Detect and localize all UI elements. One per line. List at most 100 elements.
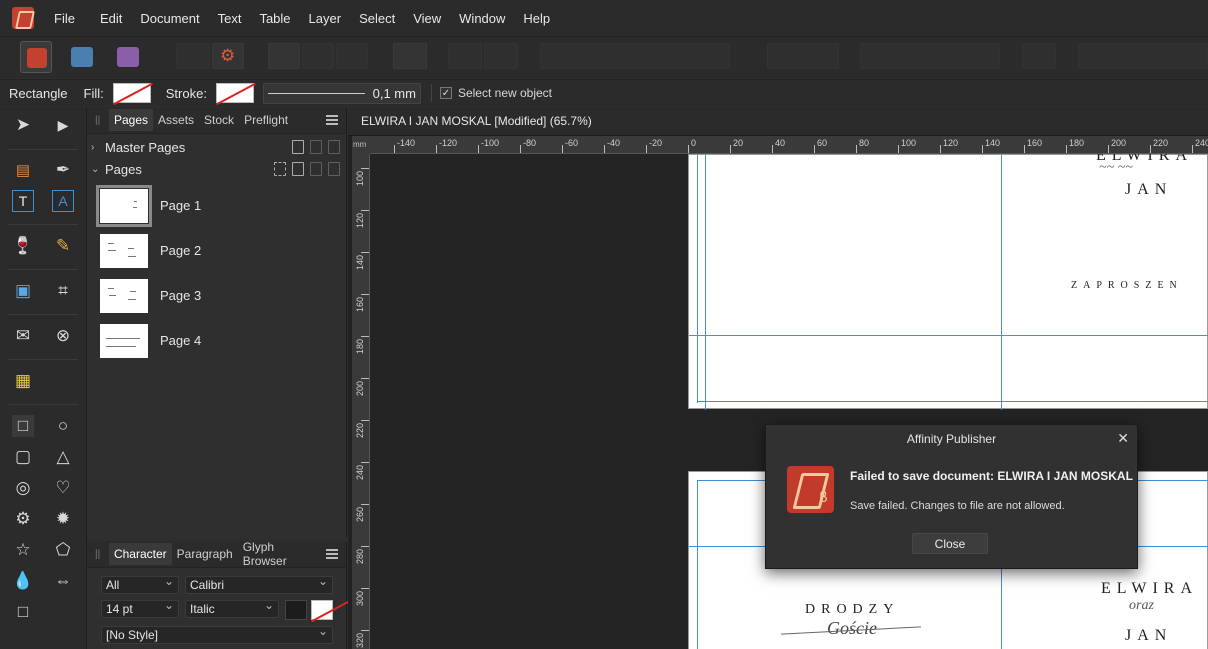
groom-name[interactable]: JAN <box>1125 181 1172 199</box>
page-1[interactable]: ELWIRA ~~ ~~ JAN ZAPROSZEN <box>688 154 1208 410</box>
crop-tool-icon[interactable]: ⌗ <box>52 280 74 302</box>
tab-paragraph[interactable]: Paragraph <box>172 543 238 565</box>
select-new-object-checkbox[interactable]: ✓ <box>439 87 452 99</box>
panel-grip-icon[interactable]: || <box>95 549 103 560</box>
horizontal-ruler[interactable]: -140 -120 -100 -80 -60 -40 -20 0 20 40 60 80 100 120 1… <box>370 136 1208 154</box>
groom-name-2[interactable]: JAN <box>1125 627 1172 645</box>
font-style-dropdown[interactable]: Italic <box>185 598 279 618</box>
page-list-item[interactable]: Page 4 <box>87 318 346 363</box>
tab-pages[interactable]: Pages <box>109 109 154 131</box>
artistic-text-tool-icon[interactable]: A <box>52 190 74 212</box>
ellipse-frame-tool-icon[interactable]: ⊗ <box>52 325 74 347</box>
delete-page-icon[interactable] <box>328 162 340 176</box>
duplicate-page-icon[interactable] <box>310 162 322 176</box>
menu-help[interactable]: Help <box>523 11 568 26</box>
align-buttons-group[interactable] <box>540 43 730 69</box>
picture-frame-tool-icon[interactable]: ▣ <box>12 280 34 302</box>
donut-tool-icon[interactable]: ◎ <box>12 477 34 499</box>
stroke-swatch[interactable] <box>215 83 254 103</box>
ruler-corner[interactable]: mm <box>352 136 370 154</box>
document-tab[interactable]: ELWIRA I JAN MOSKAL [Modified] (65.7%) <box>348 107 1208 136</box>
delete-master-icon[interactable] <box>328 140 340 154</box>
node-tool-icon[interactable]: ▶ <box>52 114 74 136</box>
page-options-icon[interactable] <box>274 162 286 176</box>
polygon-tool-icon[interactable]: ⬠ <box>52 539 74 561</box>
paragraph-style-dropdown[interactable]: [No Style] <box>101 624 333 644</box>
table-tool-icon[interactable]: ▦ <box>12 370 34 392</box>
oraz-script[interactable]: oraz <box>1129 598 1154 614</box>
scope-dropdown[interactable]: All <box>101 574 179 594</box>
page-list-item[interactable]: Page 1 <box>87 183 346 228</box>
invitation-heading[interactable]: ZAPROSZEN <box>1071 280 1183 291</box>
tab-preflight[interactable]: Preflight <box>239 109 293 131</box>
add-page-icon[interactable] <box>292 162 304 176</box>
menu-select[interactable]: Select <box>359 11 413 26</box>
rectangle-tool-icon[interactable]: □ <box>12 415 34 437</box>
menu-edit[interactable]: Edit <box>100 11 140 26</box>
arrange-buttons-group[interactable] <box>767 43 839 69</box>
tab-character[interactable]: Character <box>108 543 172 565</box>
menu-window[interactable]: Window <box>459 11 523 26</box>
settings-gear-button[interactable]: ⚙ <box>212 43 244 69</box>
master-pages-section[interactable]: › Master Pages <box>87 136 346 158</box>
rectangle-frame-tool-icon[interactable]: ✉ <box>12 325 34 347</box>
toolbar-button-6[interactable] <box>448 43 482 69</box>
page-list-item[interactable]: Page 3 <box>87 273 346 318</box>
ellipse-tool-icon[interactable]: ○ <box>52 415 74 437</box>
font-family-dropdown[interactable]: Calibri <box>185 574 333 594</box>
cog-tool-icon[interactable]: ⚙ <box>12 508 34 530</box>
duplicate-master-icon[interactable] <box>310 140 322 154</box>
dear-guests-heading[interactable]: DRODZY <box>805 602 899 618</box>
tab-glyph-browser[interactable]: Glyph Browser <box>238 536 326 572</box>
shape-flyout-tool-icon[interactable]: □ <box>12 601 34 623</box>
page-list-item[interactable]: Page 2 <box>87 228 346 273</box>
close-icon[interactable]: ✕ <box>1117 430 1129 447</box>
transparency-tool-icon[interactable]: ✎ <box>52 235 74 257</box>
star-tool-icon[interactable]: ☆ <box>12 539 34 561</box>
view-mode-button[interactable] <box>268 43 300 69</box>
menu-text[interactable]: Text <box>218 11 260 26</box>
pages-section[interactable]: ⌄ Pages <box>87 158 346 180</box>
menu-view[interactable]: View <box>413 11 459 26</box>
menu-document[interactable]: Document <box>140 11 217 26</box>
photo-persona-button[interactable] <box>112 41 144 73</box>
rounded-rectangle-tool-icon[interactable]: ▢ <box>12 446 34 468</box>
add-master-icon[interactable] <box>292 140 304 154</box>
move-tool-icon[interactable]: ➤ <box>12 114 34 136</box>
designer-persona-button[interactable] <box>66 41 98 73</box>
bride-name[interactable]: ELWIRA <box>1101 580 1198 598</box>
frame-text-tool-icon[interactable]: ▤ <box>12 159 34 181</box>
fill-tool-icon[interactable]: 🍷 <box>12 235 34 257</box>
toolbar-button-1[interactable] <box>176 43 210 69</box>
boolean-buttons-group[interactable] <box>1078 43 1208 69</box>
panel-grip-icon[interactable]: || <box>95 115 103 126</box>
toolbar-button-12[interactable] <box>1022 43 1056 69</box>
toolbar-button-4[interactable] <box>336 43 368 69</box>
tab-assets[interactable]: Assets <box>153 109 199 131</box>
font-size-dropdown[interactable]: 14 pt <box>101 598 179 618</box>
fill-swatch[interactable] <box>112 83 151 103</box>
heart-tool-icon[interactable]: ♡ <box>52 477 74 499</box>
panel-menu-icon[interactable] <box>326 549 339 559</box>
canvas[interactable]: ELWIRA ~~ ~~ JAN ZAPROSZEN DRODZY Goście… <box>370 154 1208 649</box>
toolbar-button-3[interactable] <box>302 43 334 69</box>
text-highlight-swatch[interactable] <box>311 600 333 620</box>
menu-layer[interactable]: Layer <box>309 11 360 26</box>
close-button[interactable]: Close <box>912 533 988 554</box>
panel-menu-icon[interactable] <box>326 115 338 125</box>
vertical-ruler[interactable]: 100 120 140 160 180 200 220 240 260 280 300 320 <box>352 154 370 649</box>
menu-file[interactable]: File <box>54 11 93 26</box>
publisher-persona-button[interactable] <box>20 41 52 73</box>
pen-tool-icon[interactable]: ✒ <box>52 159 74 181</box>
toolbar-button-7[interactable] <box>484 43 518 69</box>
stroke-width-field[interactable]: 0,1 mm <box>262 82 421 104</box>
tab-stock[interactable]: Stock <box>199 109 239 131</box>
star-burst-tool-icon[interactable]: ✹ <box>52 508 74 530</box>
double-arrow-tool-icon[interactable]: ⇔ <box>52 570 74 592</box>
text-color-swatch[interactable] <box>285 600 307 620</box>
preview-button[interactable] <box>393 43 427 69</box>
transform-buttons-group[interactable] <box>860 43 1000 69</box>
tear-tool-icon[interactable]: 💧 <box>12 570 34 592</box>
triangle-tool-icon[interactable]: △ <box>52 446 74 468</box>
menu-table[interactable]: Table <box>259 11 308 26</box>
